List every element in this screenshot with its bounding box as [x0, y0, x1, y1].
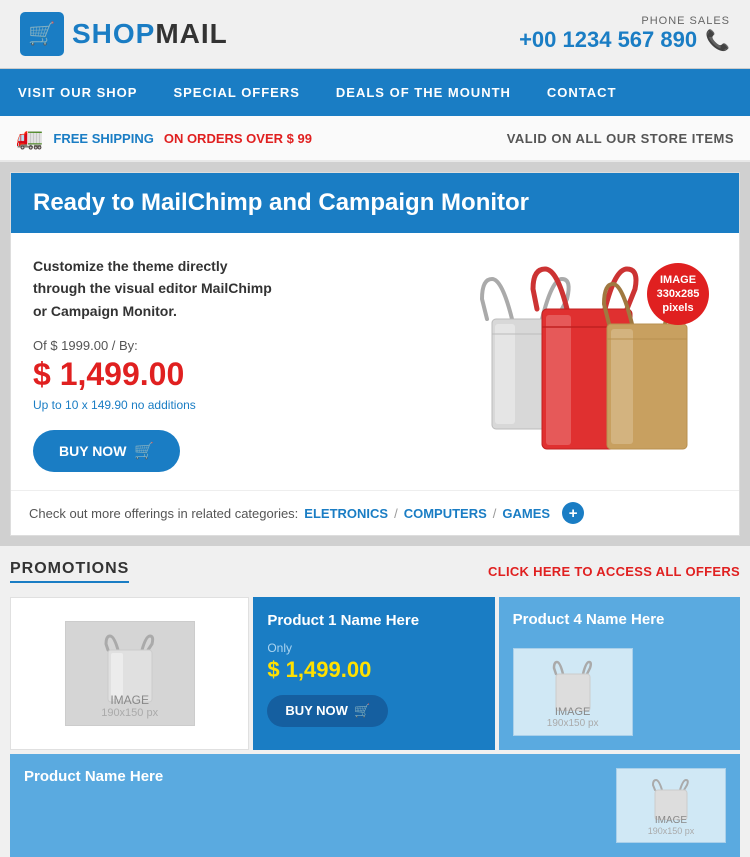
- phone-icon: 📞: [705, 28, 730, 53]
- product-1-image-size: 190x150 px: [101, 707, 158, 719]
- header: 🛒 SHOPMAIL PHONE SALES +00 1234 567 890 …: [0, 0, 750, 69]
- hero-image-section: IMAGE 330x285 pixels: [427, 255, 717, 472]
- buy-now-button[interactable]: BUY NOW 🛒: [33, 430, 180, 472]
- promotions-title-wrapper: PROMOTIONS: [10, 560, 129, 583]
- hero-wrapper: Ready to MailChimp and Campaign Monitor …: [10, 172, 740, 536]
- nav-item-visit-shop[interactable]: VISIT OUR SHOP: [0, 69, 155, 116]
- product-2-price: $ 1,499.00: [267, 657, 480, 683]
- fourth-product-row: Product Name Here IMAGE 190x150 px: [10, 754, 740, 857]
- hero-text-section: Customize the theme directlythrough the …: [33, 255, 417, 472]
- original-price: Of $ 1999.00 / By:: [33, 338, 417, 353]
- related-link-electronics[interactable]: ELETRONICS: [304, 506, 388, 521]
- related-link-games[interactable]: GAMES: [502, 506, 550, 521]
- related-label: Check out more offerings in related cate…: [29, 506, 298, 521]
- product-card-1: IMAGE 190x150 px: [10, 597, 249, 750]
- nav-item-special-offers[interactable]: SPECIAL OFFERS: [155, 69, 317, 116]
- nav: VISIT OUR SHOP SPECIAL OFFERS DEALS OF T…: [0, 69, 750, 116]
- separator-1: /: [394, 506, 398, 521]
- bag-svg-1: [90, 628, 170, 703]
- product-1-image-label: IMAGE: [110, 693, 149, 707]
- hero-body: Customize the theme directlythrough the …: [11, 233, 739, 490]
- product-3-image: IMAGE 190x150 px: [513, 648, 633, 736]
- hero-title-bar: Ready to MailChimp and Campaign Monitor: [11, 173, 739, 233]
- product-3-name: Product 4 Name Here: [513, 611, 726, 628]
- bag-svg-3: [543, 656, 603, 711]
- promotions-section: PROMOTIONS CLICK HERE TO ACCESS ALL OFFE…: [0, 546, 750, 857]
- access-offers-link[interactable]: CLICK HERE TO ACCESS ALL OFFERS: [488, 564, 740, 579]
- product-4-image: IMAGE 190x150 px: [616, 768, 726, 843]
- promotions-header: PROMOTIONS CLICK HERE TO ACCESS ALL OFFE…: [10, 560, 740, 583]
- product-2-name: Product 1 Name Here: [267, 611, 480, 631]
- related-link-computers[interactable]: COMPUTERS: [404, 506, 487, 521]
- free-shipping-text: FREE SHIPPING: [53, 131, 153, 146]
- logo-text: SHOPMAIL: [72, 18, 228, 50]
- phone-label: PHONE SALES: [519, 15, 730, 27]
- phone-area: PHONE SALES +00 1234 567 890 📞: [519, 15, 730, 53]
- image-badge: IMAGE 330x285 pixels: [647, 263, 709, 325]
- order-condition-text: ON ORDERS OVER $ 99: [164, 131, 312, 146]
- product-card-2: Product 1 Name Here Only $ 1,499.00 BUY …: [253, 597, 494, 750]
- shipping-left: 🚛 FREE SHIPPING ON ORDERS OVER $ 99: [16, 125, 312, 151]
- product-1-image: IMAGE 190x150 px: [65, 621, 195, 726]
- logo-icon: 🛒: [20, 12, 64, 56]
- products-row: IMAGE 190x150 px Product 1 Name Here Onl…: [10, 597, 740, 750]
- related-categories-bar: Check out more offerings in related cate…: [11, 490, 739, 535]
- truck-icon: 🚛: [16, 125, 43, 151]
- product-2-buy-button[interactable]: BUY NOW 🛒: [267, 695, 388, 727]
- hero-title: Ready to MailChimp and Campaign Monitor: [33, 189, 717, 217]
- shipping-right: VALID ON ALL OUR STORE ITEMS: [507, 131, 734, 146]
- add-category-button[interactable]: +: [562, 502, 584, 524]
- cart-icon: 🛒: [134, 441, 154, 461]
- logo-area: 🛒 SHOPMAIL: [20, 12, 228, 56]
- separator-2: /: [493, 506, 497, 521]
- cart-icon-2: 🛒: [354, 703, 370, 719]
- installments: Up to 10 x 149.90 no additions: [33, 398, 417, 412]
- hero-description: Customize the theme directlythrough the …: [33, 255, 417, 322]
- phone-number: +00 1234 567 890 📞: [519, 27, 730, 53]
- nav-item-contact[interactable]: CONTACT: [529, 69, 635, 116]
- promotions-title: PROMOTIONS: [10, 560, 129, 577]
- shipping-bar: 🚛 FREE SHIPPING ON ORDERS OVER $ 99 VALI…: [0, 116, 750, 162]
- bag-svg-4: [646, 775, 696, 820]
- product-4-name: Product Name Here: [24, 768, 616, 843]
- nav-item-deals[interactable]: DEALS OF THE MOUNTH: [318, 69, 529, 116]
- product-card-3: Product 4 Name Here IMAGE 190x150 px: [499, 597, 740, 750]
- product-2-only: Only: [267, 641, 480, 655]
- sale-price: $ 1,499.00: [33, 356, 417, 393]
